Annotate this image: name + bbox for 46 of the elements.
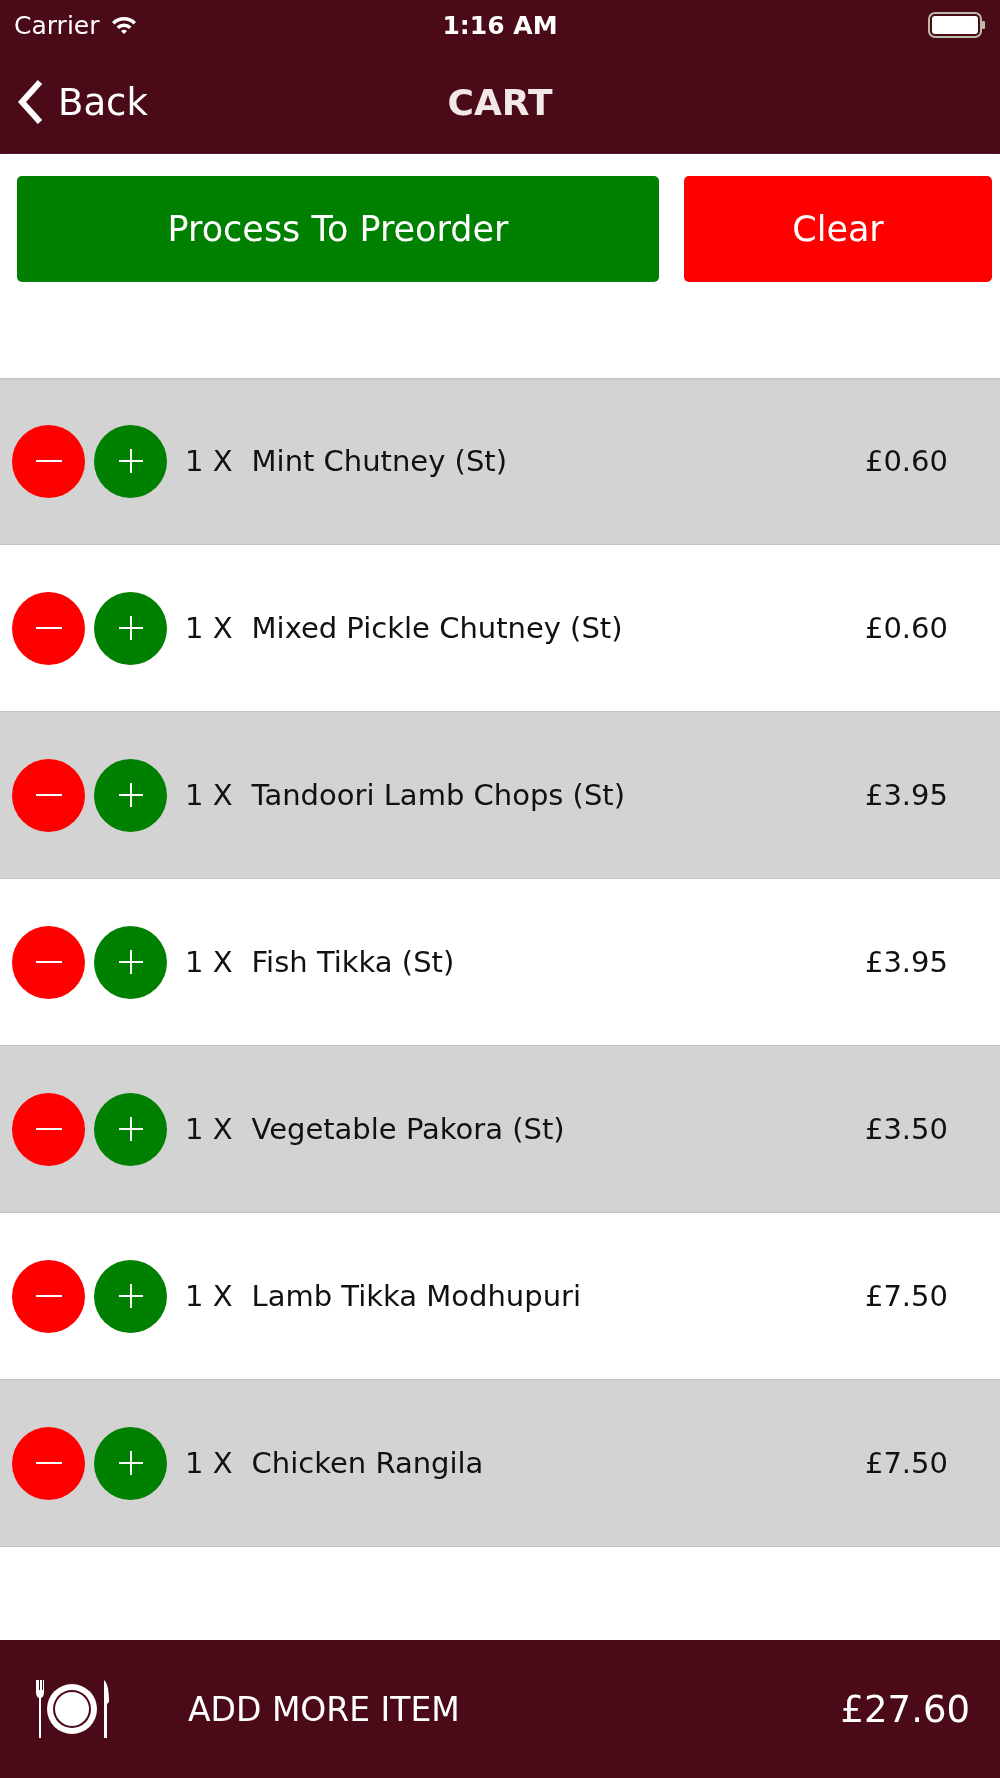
plus-icon <box>118 1284 143 1308</box>
add-more-item-button[interactable]: ADD MORE ITEM <box>188 1689 460 1729</box>
back-button[interactable]: Back <box>18 79 148 125</box>
plus-icon <box>118 1451 143 1475</box>
plus-icon <box>118 449 143 473</box>
item-name: Mixed Pickle Chutney (St) <box>251 611 624 645</box>
minus-icon <box>35 1295 62 1297</box>
item-quantity: 1 X <box>185 611 233 645</box>
plus-icon <box>118 616 143 640</box>
minus-icon <box>35 794 62 796</box>
item-name: Vegetable Pakora (St) <box>251 1112 566 1146</box>
plus-icon <box>118 950 143 974</box>
item-quantity: 1 X <box>185 444 233 478</box>
battery-icon <box>928 12 986 38</box>
item-price: £3.95 <box>864 778 948 812</box>
minus-icon <box>35 627 62 629</box>
chevron-left-icon <box>18 79 44 125</box>
item-quantity: 1 X <box>185 1112 233 1146</box>
carrier-name: Carrier <box>14 10 100 40</box>
cart-total: £27.60 <box>840 1687 970 1731</box>
item-name: Tandoori Lamb Chops (St) <box>251 778 627 812</box>
item-price: £7.50 <box>864 1279 948 1313</box>
item-name: Fish Tikka (St) <box>251 945 456 979</box>
item-quantity: 1 X <box>185 1446 233 1480</box>
item-price: £0.60 <box>864 444 948 478</box>
minus-icon <box>35 460 62 462</box>
minus-icon <box>35 961 62 963</box>
item-name: Lamb Tikka Modhupuri <box>251 1279 582 1313</box>
clear-button[interactable]: Clear <box>684 176 992 282</box>
minus-icon <box>35 1128 62 1130</box>
plus-icon <box>118 1117 143 1141</box>
item-price: £7.50 <box>864 1446 948 1480</box>
item-price: £3.50 <box>864 1112 948 1146</box>
process-preorder-button[interactable]: Process To Preorder <box>17 176 659 282</box>
item-price: £0.60 <box>864 611 948 645</box>
item-quantity: 1 X <box>185 945 233 979</box>
plus-icon <box>118 783 143 807</box>
item-quantity: 1 X <box>185 1279 233 1313</box>
item-price: £3.95 <box>864 945 948 979</box>
minus-icon <box>35 1462 62 1464</box>
plate-cutlery-icon <box>34 1680 110 1738</box>
status-time: 1:16 AM <box>442 10 558 40</box>
item-name: Chicken Rangila <box>251 1446 485 1480</box>
item-name: Mint Chutney (St) <box>251 444 508 478</box>
item-quantity: 1 X <box>185 778 233 812</box>
screen-title: CART <box>447 81 553 123</box>
